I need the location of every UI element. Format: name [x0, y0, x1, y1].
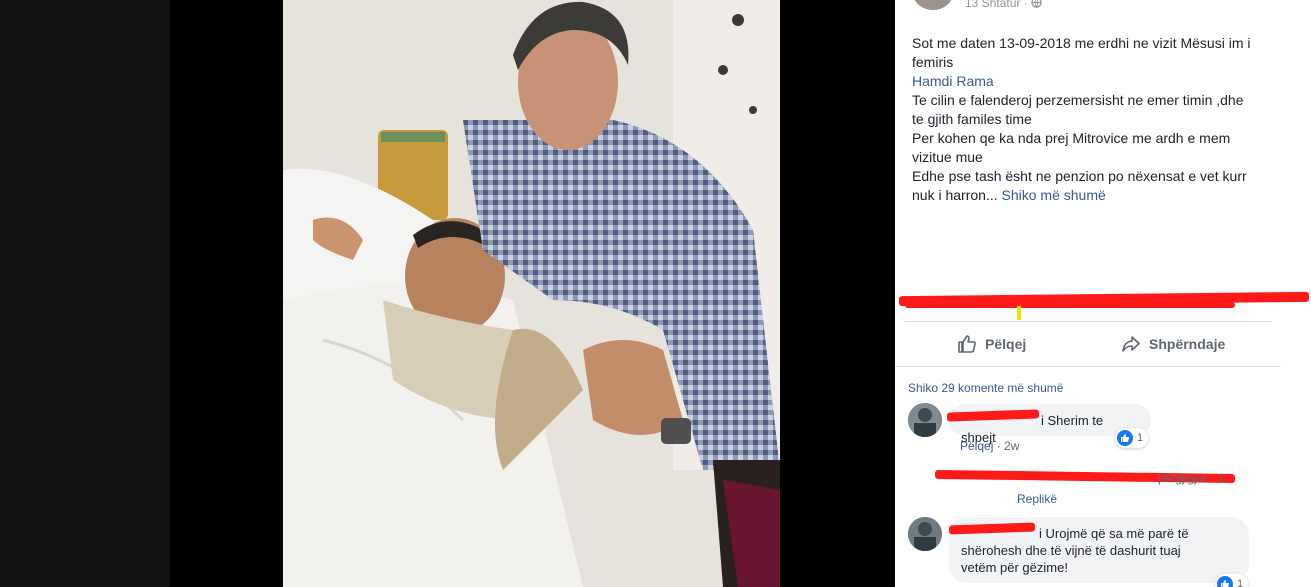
- reply-link[interactable]: Replikë: [1017, 492, 1057, 506]
- comment-time: · 2w: [996, 439, 1020, 453]
- comment-reaction-badge[interactable]: 1: [1215, 574, 1249, 587]
- photo-illustration: [283, 0, 780, 587]
- post-line: Te cilin e falenderoj perzemersisht ne e…: [912, 92, 1244, 108]
- comment-like-link[interactable]: Pëlqej: [960, 439, 993, 453]
- thumbs-up-icon: [1121, 434, 1130, 442]
- redaction-mark: [905, 302, 1235, 308]
- share-arrow-icon: [1122, 336, 1140, 352]
- post-photo[interactable]: [283, 0, 780, 587]
- reply-action[interactable]: Replikë: [1017, 492, 1057, 506]
- comment-text: vetëm për gëzime!: [961, 560, 1068, 575]
- comment-reaction-badge[interactable]: 1: [1115, 428, 1149, 448]
- reaction-count: 1: [1137, 432, 1144, 444]
- replies-summary[interactable]: përgjigjur · 1: [1158, 471, 1225, 485]
- post-line: vizitue mue: [912, 149, 983, 165]
- like-label: Pëlqej: [985, 336, 1027, 352]
- commenter-avatar[interactable]: [908, 403, 942, 437]
- post-line: Edhe pse tash ësht ne penzion po nëxensa…: [912, 168, 1247, 184]
- comment-text: shërohesh dhe të vijnë të dashurit tuaj: [961, 543, 1181, 558]
- globe-icon: [1031, 0, 1042, 8]
- thumbs-up-icon: [958, 335, 976, 353]
- post-line: te gjith familes time: [912, 111, 1032, 127]
- see-more-link[interactable]: Shiko më shumë: [1002, 187, 1106, 203]
- post-sidebar: 13 Shtatur · Sot me daten 13-09-2018 me …: [895, 0, 1311, 587]
- like-button[interactable]: Pëlqej: [957, 332, 1026, 356]
- post-last-line: nuk i harron... Shiko më shumë: [912, 186, 1282, 205]
- reaction-count: 1: [1237, 578, 1244, 587]
- redaction-mark: [1017, 306, 1021, 320]
- post-body: Sot me daten 13-09-2018 me erdhi ne vizi…: [912, 34, 1282, 205]
- left-backdrop: [0, 0, 170, 587]
- view-more-comments-link[interactable]: Shiko 29 komente më shumë: [908, 381, 1063, 395]
- author-avatar[interactable]: [913, 0, 953, 10]
- photo-viewer: 13 Shtatur · Sot me daten 13-09-2018 me …: [0, 0, 1311, 587]
- post-line: nuk i harron...: [912, 187, 998, 203]
- divider: [905, 321, 1271, 322]
- like-reaction-icon: [1117, 430, 1133, 446]
- comment-meta: Pëlqej · 2w: [960, 439, 1019, 453]
- replies-text: përgjigjur · 1: [1158, 471, 1225, 485]
- avatar-image: [908, 403, 942, 437]
- post-date-text: 13 Shtatur ·: [965, 0, 1028, 10]
- share-button[interactable]: Shpërndaje: [1121, 332, 1225, 356]
- like-reaction-icon: [1217, 576, 1233, 587]
- photo-stage[interactable]: [170, 0, 895, 587]
- avatar-image: [908, 517, 942, 551]
- thumbs-up-icon: [1221, 580, 1230, 587]
- post-line: Per kohen qe ka nda prej Mitrovice me ar…: [912, 130, 1231, 146]
- post-line: Sot me daten 13-09-2018 me erdhi ne vizi…: [912, 35, 1251, 51]
- share-label: Shpërndaje: [1149, 336, 1226, 352]
- mention-link[interactable]: Hamdi Rama: [912, 72, 1282, 91]
- commenter-avatar[interactable]: [908, 517, 942, 551]
- post-line: femiris: [912, 54, 954, 70]
- post-date[interactable]: 13 Shtatur ·: [965, 0, 1042, 10]
- reactions-summary[interactable]: [895, 286, 1311, 320]
